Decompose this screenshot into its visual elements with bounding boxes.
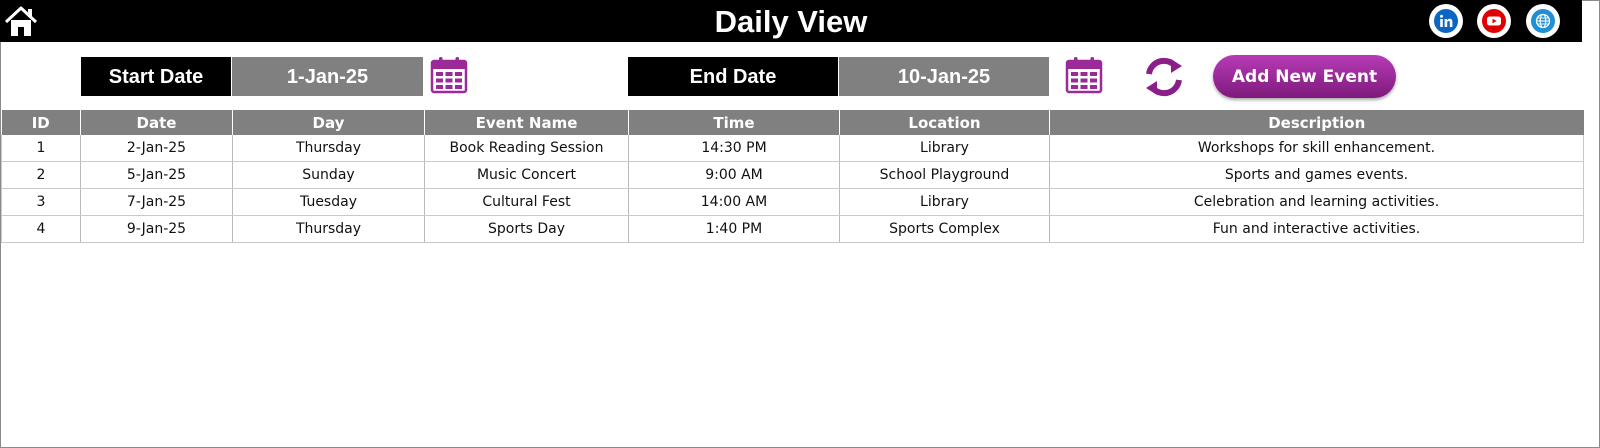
- cell-time[interactable]: 14:30 PM: [628, 135, 840, 162]
- cell-id[interactable]: 2: [1, 161, 81, 189]
- table-row[interactable]: 1 2-Jan-25 Thursday Book Reading Session…: [1, 135, 1584, 162]
- cell-date[interactable]: 7-Jan-25: [80, 188, 233, 216]
- end-date-label: End Date: [628, 57, 838, 96]
- cell-event-name[interactable]: Book Reading Session: [424, 135, 629, 162]
- table-header-row: ID Date Day Event Name Time Location Des…: [1, 110, 1584, 135]
- youtube-icon: [1482, 9, 1506, 33]
- start-date-label: Start Date: [81, 57, 231, 96]
- column-header-date[interactable]: Date: [80, 110, 233, 135]
- cell-time[interactable]: 14:00 AM: [628, 188, 840, 216]
- cell-location[interactable]: Sports Complex: [839, 215, 1050, 243]
- column-header-event-name[interactable]: Event Name: [424, 110, 629, 135]
- cell-description[interactable]: Workshops for skill enhancement.: [1049, 135, 1584, 162]
- cell-time[interactable]: 9:00 AM: [628, 161, 840, 189]
- cell-location[interactable]: School Playground: [839, 161, 1050, 189]
- start-date-field[interactable]: 1-Jan-25: [232, 57, 423, 96]
- column-header-description[interactable]: Description: [1049, 110, 1584, 135]
- cell-id[interactable]: 3: [1, 188, 81, 216]
- cell-day[interactable]: Tuesday: [232, 188, 425, 216]
- page-title: Daily View: [714, 4, 868, 39]
- refresh-icon[interactable]: [1141, 54, 1187, 100]
- cell-day[interactable]: Thursday: [232, 215, 425, 243]
- cell-description[interactable]: Fun and interactive activities.: [1049, 215, 1584, 243]
- cell-event-name[interactable]: Music Concert: [424, 161, 629, 189]
- linkedin-icon: [1434, 9, 1458, 33]
- website-link[interactable]: [1526, 4, 1560, 38]
- table-row[interactable]: 4 9-Jan-25 Thursday Sports Day 1:40 PM S…: [1, 215, 1584, 243]
- cell-day[interactable]: Sunday: [232, 161, 425, 189]
- cell-description[interactable]: Sports and games events.: [1049, 161, 1584, 189]
- calendar-icon[interactable]: [429, 55, 469, 95]
- cell-description[interactable]: Celebration and learning activities.: [1049, 188, 1584, 216]
- cell-id[interactable]: 1: [1, 135, 81, 162]
- cell-date[interactable]: 5-Jan-25: [80, 161, 233, 189]
- table-row[interactable]: 2 5-Jan-25 Sunday Music Concert 9:00 AM …: [1, 161, 1584, 189]
- events-table: ID Date Day Event Name Time Location Des…: [1, 110, 1584, 243]
- column-header-id[interactable]: ID: [1, 110, 81, 135]
- cell-location[interactable]: Library: [839, 135, 1050, 162]
- end-date-field[interactable]: 10-Jan-25: [839, 57, 1049, 96]
- linkedin-link[interactable]: [1429, 4, 1463, 38]
- cell-id[interactable]: 4: [1, 215, 81, 243]
- cell-location[interactable]: Library: [839, 188, 1050, 216]
- cell-event-name[interactable]: Sports Day: [424, 215, 629, 243]
- column-header-time[interactable]: Time: [628, 110, 840, 135]
- cell-time[interactable]: 1:40 PM: [628, 215, 840, 243]
- cell-event-name[interactable]: Cultural Fest: [424, 188, 629, 216]
- table-row[interactable]: 3 7-Jan-25 Tuesday Cultural Fest 14:00 A…: [1, 188, 1584, 216]
- header-bar: Daily View: [0, 0, 1582, 42]
- cell-day[interactable]: Thursday: [232, 135, 425, 162]
- column-header-day[interactable]: Day: [232, 110, 425, 135]
- cell-date[interactable]: 9-Jan-25: [80, 215, 233, 243]
- calendar-icon[interactable]: [1064, 55, 1104, 95]
- column-header-location[interactable]: Location: [839, 110, 1050, 135]
- add-new-event-button[interactable]: Add New Event: [1213, 55, 1396, 98]
- youtube-link[interactable]: [1477, 4, 1511, 38]
- cell-date[interactable]: 2-Jan-25: [80, 135, 233, 162]
- globe-icon: [1531, 9, 1555, 33]
